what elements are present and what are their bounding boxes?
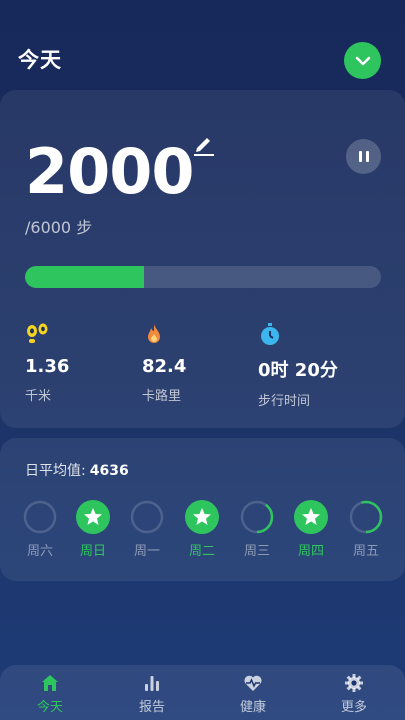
flame-icon: [148, 324, 160, 343]
step-progress-fill: [25, 266, 144, 288]
tab-more-label: 更多: [340, 700, 367, 715]
stat-calories: 82.4 卡路里: [142, 322, 186, 404]
edit-icon[interactable]: [193, 134, 215, 156]
day-circle: [185, 500, 219, 534]
chevron-down-icon: [355, 56, 370, 65]
day-1[interactable]: 周日: [73, 500, 113, 559]
tab-health[interactable]: 健康: [223, 673, 283, 715]
stat-distance: 1.36 千米: [25, 322, 69, 404]
star-icon: [185, 500, 219, 534]
step-progress-bar: [25, 266, 381, 288]
day-label: 周六: [26, 544, 53, 559]
tab-report-label: 报告: [138, 700, 165, 715]
daily-average-value: 4636: [89, 463, 129, 479]
day-label: 周三: [243, 544, 270, 559]
walk-time-value: 0时 20分: [258, 360, 338, 381]
distance-value: 1.36: [25, 356, 70, 377]
tab-today[interactable]: 今天: [20, 673, 80, 715]
pause-icon: [358, 151, 362, 162]
steps-card: 2000 /6000 步 1.36 千米 82.4 卡路里 0时 20分 步行时…: [0, 90, 405, 428]
day-progress-ring: [130, 500, 164, 534]
footprints-icon: [27, 323, 48, 343]
home-icon: [42, 675, 58, 691]
bottom-tab-bar: 今天 报告 健康 更多: [0, 665, 405, 720]
day-label: 周一: [133, 544, 160, 559]
stat-walk-time: 0时 20分 步行时间: [258, 322, 338, 409]
step-goal: /6000 步: [25, 218, 93, 237]
day-3[interactable]: 周二: [182, 500, 222, 559]
steps-count: 2000: [25, 135, 195, 208]
tab-health-label: 健康: [239, 700, 266, 715]
day-progress-ring: [23, 500, 57, 534]
day-circle: [240, 500, 274, 534]
day-circle: [349, 500, 383, 534]
day-circle: [130, 500, 164, 534]
pause-button[interactable]: [346, 139, 381, 174]
day-6[interactable]: 周五: [346, 500, 386, 559]
header: 今天: [0, 0, 405, 90]
heart-pulse-icon: [244, 675, 262, 691]
day-progress-ring: [349, 500, 383, 534]
date-dropdown-button[interactable]: [344, 42, 381, 79]
star-icon: [294, 500, 328, 534]
day-label: 周四: [297, 544, 324, 559]
day-label: 周日: [79, 544, 106, 559]
day-circle: [294, 500, 328, 534]
day-5[interactable]: 周四: [291, 500, 331, 559]
gear-icon: [345, 674, 363, 692]
page-title: 今天: [18, 48, 62, 72]
day-circle: [23, 500, 57, 534]
calories-value: 82.4: [142, 356, 187, 377]
daily-average: 日平均值: 4636: [25, 460, 129, 480]
day-4[interactable]: 周三: [237, 500, 277, 559]
daily-average-label: 日平均值:: [25, 463, 86, 479]
day-progress-ring: [240, 500, 274, 534]
day-label: 周五: [352, 544, 379, 559]
bar-chart-icon: [145, 676, 159, 691]
star-icon: [76, 500, 110, 534]
tab-more[interactable]: 更多: [324, 673, 384, 715]
walk-time-label: 步行时间: [258, 394, 311, 409]
tab-report[interactable]: 报告: [122, 673, 182, 715]
day-label: 周二: [188, 544, 215, 559]
stopwatch-icon: [261, 323, 279, 345]
weekly-summary-card[interactable]: 日平均值: 4636 周六 周日 周一 周二 周三 周四 周五: [0, 438, 405, 581]
calories-label: 卡路里: [142, 389, 182, 404]
day-circle: [76, 500, 110, 534]
day-2[interactable]: 周一: [127, 500, 167, 559]
day-0[interactable]: 周六: [20, 500, 60, 559]
distance-label: 千米: [25, 389, 52, 404]
tab-today-label: 今天: [36, 700, 63, 715]
